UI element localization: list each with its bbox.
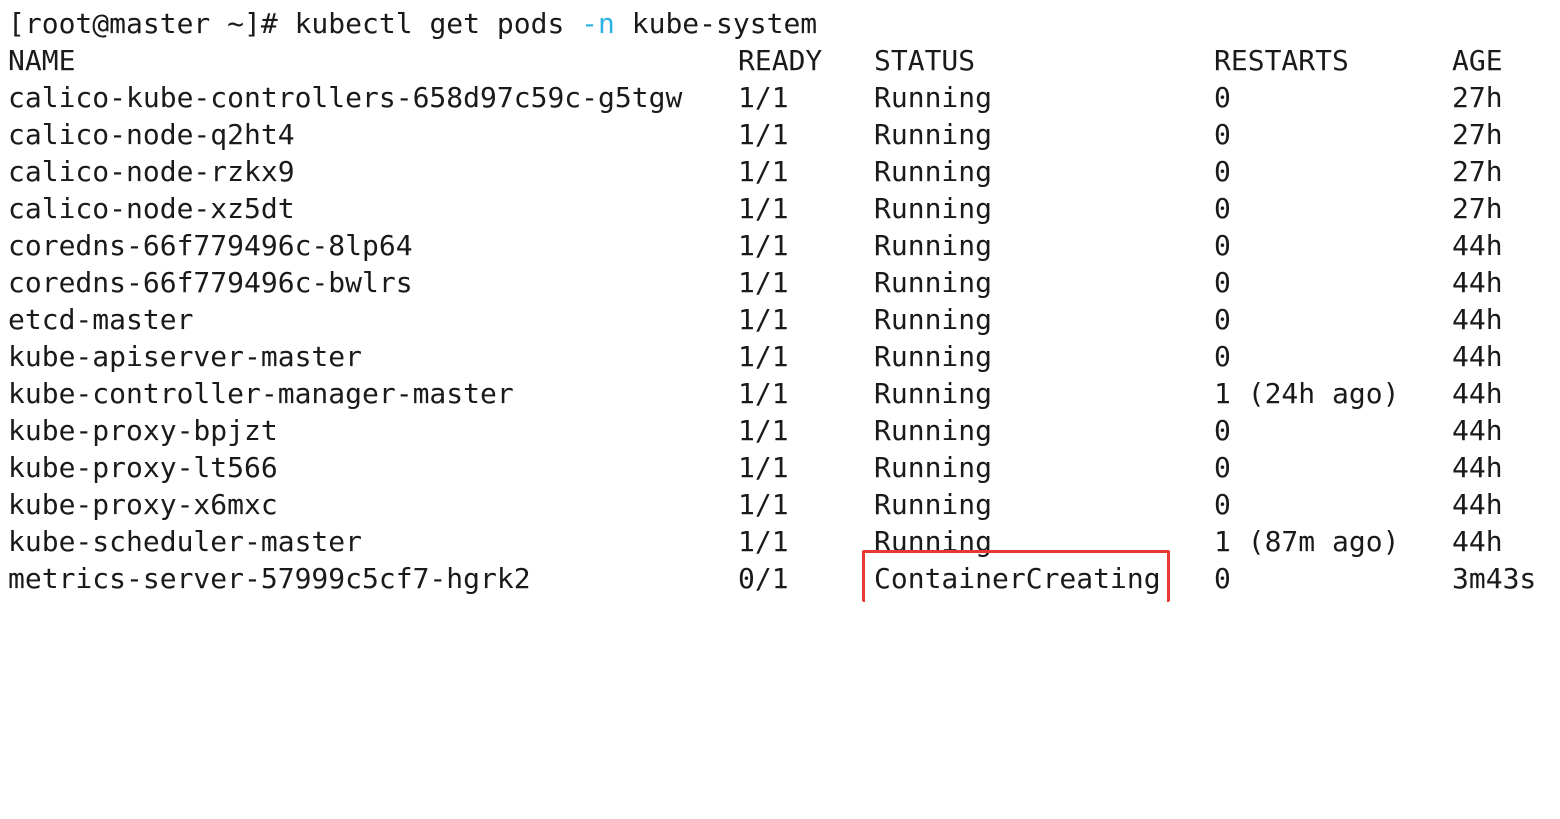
- pod-name: kube-apiserver-master: [8, 340, 363, 373]
- pod-ready: 1/1: [738, 155, 789, 188]
- pod-age: 44h: [1452, 377, 1503, 410]
- pod-ready: 1/1: [738, 118, 789, 151]
- pod-status: Running: [874, 340, 993, 373]
- terminal-output: [root@master ~]# kubectl get pods -n kub…: [0, 0, 1560, 602]
- header-ready: READY: [738, 44, 823, 77]
- pod-restarts: 0: [1214, 303, 1231, 336]
- table-row: kube-apiserver-master 1/1 Running 0 44h: [8, 338, 1548, 375]
- pod-name: calico-node-xz5dt: [8, 192, 295, 225]
- header-name: NAME: [8, 44, 76, 77]
- pod-age: 44h: [1452, 451, 1503, 484]
- pod-ready: 1/1: [738, 266, 789, 299]
- command-line: [root@master ~]# kubectl get pods -n kub…: [8, 5, 817, 42]
- pod-restarts: 0: [1214, 562, 1231, 595]
- pod-restarts: 0: [1214, 451, 1231, 484]
- table-row: coredns-66f779496c-8lp64 1/1 Running 0 4…: [8, 227, 1548, 264]
- pod-status: Running: [874, 266, 993, 299]
- pod-age: 44h: [1452, 525, 1503, 558]
- pod-ready: 1/1: [738, 451, 789, 484]
- pod-age: 44h: [1452, 340, 1503, 373]
- pod-age: 44h: [1452, 303, 1503, 336]
- pod-restarts: 0: [1214, 488, 1231, 521]
- pod-ready: 1/1: [738, 340, 789, 373]
- table-row: metrics-server-57999c5cf7-hgrk2 0/1 Cont…: [8, 560, 1548, 597]
- table-row: calico-node-q2ht4 1/1 Running 0 27h: [8, 116, 1548, 153]
- pod-age: 27h: [1452, 118, 1503, 151]
- pod-ready: 1/1: [738, 488, 789, 521]
- pod-restarts: 0: [1214, 414, 1231, 447]
- highlight-annotation-box: [862, 550, 1170, 602]
- pod-name: etcd-master: [8, 303, 194, 336]
- pod-name: metrics-server-57999c5cf7-hgrk2: [8, 562, 531, 595]
- pod-name: kube-controller-manager-master: [8, 377, 514, 410]
- pod-ready: 1/1: [738, 414, 789, 447]
- pod-name: calico-node-q2ht4: [8, 118, 295, 151]
- pod-age: 44h: [1452, 488, 1503, 521]
- pod-name: kube-proxy-bpjzt: [8, 414, 278, 447]
- pod-ready: 1/1: [738, 81, 789, 114]
- pod-status: Running: [874, 81, 993, 114]
- table-row: calico-node-rzkx9 1/1 Running 0 27h: [8, 153, 1548, 190]
- pod-ready: 1/1: [738, 525, 789, 558]
- table-row: kube-proxy-lt566 1/1 Running 0 44h: [8, 449, 1548, 486]
- pod-ready: 1/1: [738, 303, 789, 336]
- pod-ready: 1/1: [738, 377, 789, 410]
- pod-restarts: 0: [1214, 266, 1231, 299]
- pod-name: kube-scheduler-master: [8, 525, 363, 558]
- namespace-flag: -n: [581, 7, 615, 40]
- pod-restarts: 0: [1214, 155, 1231, 188]
- table-row: calico-kube-controllers-658d97c59c-g5tgw…: [8, 79, 1548, 116]
- table-row: kube-proxy-bpjzt 1/1 Running 0 44h: [8, 412, 1548, 449]
- pod-age: 44h: [1452, 266, 1503, 299]
- pod-name: coredns-66f779496c-bwlrs: [8, 266, 413, 299]
- pod-name: kube-proxy-x6mxc: [8, 488, 278, 521]
- pod-name: kube-proxy-lt566: [8, 451, 278, 484]
- pod-restarts: 1 (24h ago): [1214, 377, 1400, 410]
- header-age: AGE: [1452, 44, 1503, 77]
- pod-restarts: 0: [1214, 192, 1231, 225]
- pod-age: 3m43s: [1452, 562, 1537, 595]
- pod-age: 27h: [1452, 155, 1503, 188]
- namespace-value: kube-system: [631, 7, 818, 40]
- pod-status: Running: [874, 118, 993, 151]
- header-restarts: RESTARTS: [1214, 44, 1349, 77]
- table-row: coredns-66f779496c-bwlrs 1/1 Running 0 4…: [8, 264, 1548, 301]
- pod-ready: 0/1: [738, 562, 789, 595]
- pod-status: Running: [874, 155, 993, 188]
- pod-name: calico-node-rzkx9: [8, 155, 295, 188]
- pod-name: calico-kube-controllers-658d97c59c-g5tgw: [8, 81, 683, 114]
- pod-age: 44h: [1452, 414, 1503, 447]
- table-row: etcd-master 1/1 Running 0 44h: [8, 301, 1548, 338]
- command-text: kubectl get pods: [294, 7, 565, 40]
- pod-ready: 1/1: [738, 192, 789, 225]
- pod-status: Running: [874, 451, 993, 484]
- pod-status: Running: [874, 377, 993, 410]
- pod-status: Running: [874, 229, 993, 262]
- pod-restarts: 0: [1214, 340, 1231, 373]
- pod-status: Running: [874, 192, 993, 225]
- pod-age: 27h: [1452, 192, 1503, 225]
- pod-restarts: 1 (87m ago): [1214, 525, 1400, 558]
- pod-age: 44h: [1452, 229, 1503, 262]
- table-row: calico-node-xz5dt 1/1 Running 0 27h: [8, 190, 1548, 227]
- table-header: NAME READY STATUS RESTARTS AGE: [8, 42, 1548, 79]
- pod-restarts: 0: [1214, 229, 1231, 262]
- pod-restarts: 0: [1214, 81, 1231, 114]
- pod-name: coredns-66f779496c-8lp64: [8, 229, 413, 262]
- pod-ready: 1/1: [738, 229, 789, 262]
- pod-status: Running: [874, 414, 993, 447]
- pod-age: 27h: [1452, 81, 1503, 114]
- pod-status: Running: [874, 488, 993, 521]
- table-row: kube-scheduler-master 1/1 Running 1 (87m…: [8, 523, 1548, 560]
- prompt-user-host: [root@master ~]#: [8, 7, 278, 40]
- header-status: STATUS: [874, 44, 976, 77]
- table-row: kube-controller-manager-master 1/1 Runni…: [8, 375, 1548, 412]
- table-row: kube-proxy-x6mxc 1/1 Running 0 44h: [8, 486, 1548, 523]
- pod-restarts: 0: [1214, 118, 1231, 151]
- pod-status: Running: [874, 303, 993, 336]
